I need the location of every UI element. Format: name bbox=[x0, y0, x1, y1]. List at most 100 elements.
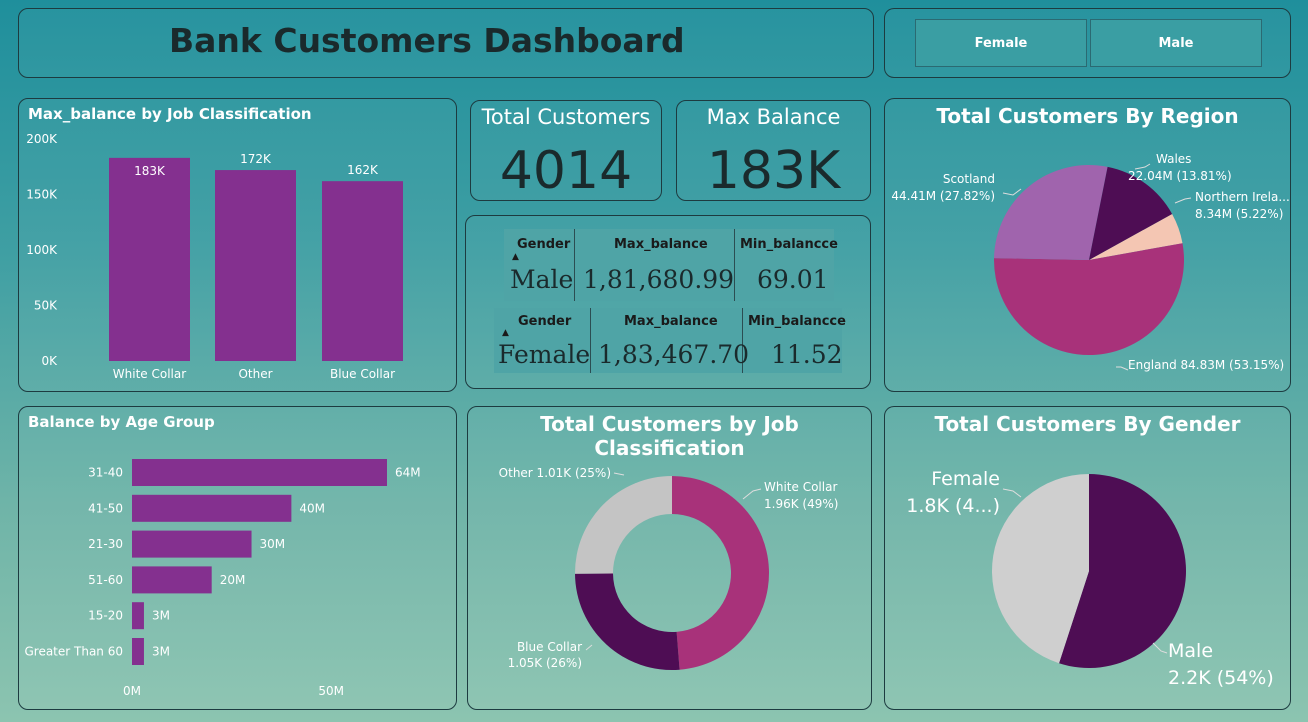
y-tick-label: 41-50 bbox=[88, 501, 123, 515]
x-tick-label: 0M bbox=[123, 684, 141, 698]
bar bbox=[132, 602, 144, 630]
data-label: 30M bbox=[260, 537, 286, 551]
female-max-balance-cell: 1,83,467.70 bbox=[598, 340, 750, 369]
pie-label: Female bbox=[931, 468, 1000, 490]
table-header-max-balance[interactable]: Max_balance bbox=[624, 314, 718, 329]
total-customers-value: 4014 bbox=[499, 141, 633, 201]
balance-by-age-chart: 31-40 64M 41-50 40M 21-30 30M 51-60 20M 15-20 3M G… bbox=[24, 459, 421, 698]
pie-label: 22.04M (13.81%) bbox=[1128, 169, 1232, 183]
y-tick-label: 15-20 bbox=[88, 609, 123, 623]
leader-line bbox=[585, 644, 593, 651]
table-header-min-balance: Min_balancce bbox=[748, 314, 846, 329]
dashboard-title: Bank Customers Dashboard bbox=[169, 21, 685, 60]
data-label: 183K bbox=[134, 164, 166, 178]
female-min-balance-cell: 11.52 bbox=[771, 340, 843, 369]
pie-label: England 84.83M (53.15%) bbox=[1128, 358, 1284, 372]
pie-label: Male bbox=[1168, 640, 1213, 662]
max-balance-by-job-chart: 200K 150K 100K 50K 0K 183K White Collar 172K Oth… bbox=[26, 132, 403, 381]
table-header-gender[interactable]: Gender bbox=[517, 237, 570, 252]
male-max-balance-cell: 1,81,680.99 bbox=[583, 265, 735, 294]
leader-line bbox=[1152, 642, 1168, 654]
pie-label: 8.34M (5.22%) bbox=[1195, 207, 1283, 221]
x-tick-label: 50M bbox=[318, 684, 344, 698]
max-balance-card: Max Balance 183K bbox=[676, 100, 871, 201]
total-customers-label: Total Customers bbox=[481, 105, 651, 129]
leader-line bbox=[1116, 366, 1129, 371]
x-tick-label: Blue Collar bbox=[330, 367, 395, 381]
column-divider bbox=[574, 229, 575, 301]
pie-label: Wales bbox=[1156, 152, 1191, 166]
y-tick-label: 51-60 bbox=[88, 573, 123, 587]
data-label: 64M bbox=[395, 466, 421, 480]
bar bbox=[109, 157, 190, 361]
bar bbox=[132, 566, 212, 594]
balance-by-age-panel: Balance by Age Group 31-40 64M 41-50 40M 21-… bbox=[18, 406, 457, 710]
customers-by-job-panel: Total Customers by Job Classification Wh… bbox=[467, 406, 872, 710]
bar bbox=[215, 170, 296, 361]
donut-label: 1.96K (49%) bbox=[764, 497, 838, 511]
female-gender-cell: Female bbox=[498, 340, 591, 369]
leader-line bbox=[1002, 488, 1022, 498]
bar bbox=[132, 530, 252, 558]
leader-line bbox=[742, 488, 762, 500]
donut-slice bbox=[575, 573, 680, 670]
x-tick-label: White Collar bbox=[113, 367, 186, 381]
customers-by-gender-panel: Total Customers By Gender Female 1.8K (4.… bbox=[884, 406, 1291, 710]
donut-label: Blue Collar bbox=[517, 640, 582, 654]
y-tick-label: 100K bbox=[26, 243, 58, 257]
male-gender-cell: Male bbox=[510, 265, 574, 294]
customers-by-job-chart: White Collar 1.96K (49%) Blue Collar 1.05K … bbox=[499, 466, 838, 670]
y-tick-label: 200K bbox=[26, 132, 58, 146]
data-label: 3M bbox=[152, 609, 170, 623]
y-tick-label: Greater Than 60 bbox=[24, 645, 123, 659]
male-balance-table: Gender ▲ Max_balance Min_balancce Male 1… bbox=[504, 229, 838, 301]
bar bbox=[132, 459, 387, 486]
table-header-gender[interactable]: Gender bbox=[518, 314, 571, 329]
column-divider bbox=[734, 229, 735, 301]
y-tick-label: 150K bbox=[26, 188, 58, 202]
y-tick-label: 50K bbox=[34, 299, 58, 313]
y-tick-label: 0K bbox=[41, 354, 58, 368]
customers-by-region-chart: England 84.83M (53.15%) Scotland 44.41M (2… bbox=[891, 152, 1289, 372]
y-tick-label: 21-30 bbox=[88, 537, 123, 551]
leader-line bbox=[1174, 197, 1192, 204]
pie-slice bbox=[994, 164, 1108, 260]
sort-ascending-icon[interactable]: ▲ bbox=[512, 252, 519, 262]
donut-label: White Collar bbox=[764, 480, 837, 494]
customers-by-region-panel: Total Customers By Region England 84.83M… bbox=[884, 98, 1291, 392]
max-balance-value: 183K bbox=[706, 141, 841, 201]
data-label: 172K bbox=[240, 152, 272, 166]
total-customers-card: Total Customers 4014 bbox=[470, 100, 662, 201]
pie-label: 2.2K (54%) bbox=[1168, 667, 1274, 689]
bar bbox=[132, 494, 292, 522]
max-balance-by-job-panel: Max_balance by Job Classification 200K 15… bbox=[18, 98, 457, 392]
pie-label: 44.41M (27.82%) bbox=[891, 189, 995, 203]
data-label: 20M bbox=[220, 573, 246, 587]
gender-slicer: Female Male bbox=[884, 8, 1291, 78]
x-tick-label: Other bbox=[238, 367, 272, 381]
leader-line bbox=[1002, 188, 1022, 196]
slicer-male-button[interactable]: Male bbox=[1090, 19, 1262, 67]
slicer-female-button[interactable]: Female bbox=[915, 19, 1087, 67]
donut-slice bbox=[672, 476, 769, 670]
max-balance-label: Max Balance bbox=[706, 105, 841, 129]
customers-by-gender-chart: Female 1.8K (4...) Male 2.2K (54%) bbox=[906, 468, 1274, 689]
pie-label: Scotland bbox=[943, 172, 995, 186]
table-header-max-balance[interactable]: Max_balance bbox=[614, 237, 708, 252]
title-panel: Bank Customers Dashboard bbox=[18, 8, 874, 78]
pie-label: 1.8K (4...) bbox=[906, 495, 1000, 517]
data-label: 40M bbox=[299, 501, 325, 515]
donut-slice bbox=[575, 476, 672, 574]
female-balance-table: Gender ▲ Max_balance Min_balancce Female… bbox=[494, 308, 846, 373]
data-label: 3M bbox=[152, 645, 170, 659]
leader-line bbox=[613, 472, 625, 476]
gender-balance-table-panel: Gender ▲ Max_balance Min_balancce Male 1… bbox=[465, 215, 871, 389]
table-header-min-balance: Min_balancce bbox=[740, 237, 838, 252]
y-tick-label: 31-40 bbox=[88, 466, 123, 480]
sort-ascending-icon[interactable]: ▲ bbox=[502, 328, 509, 338]
donut-label: Other 1.01K (25%) bbox=[499, 466, 611, 480]
bar bbox=[322, 181, 403, 361]
data-label: 162K bbox=[347, 163, 379, 177]
bar bbox=[132, 638, 144, 665]
donut-label: 1.05K (26%) bbox=[508, 656, 582, 670]
